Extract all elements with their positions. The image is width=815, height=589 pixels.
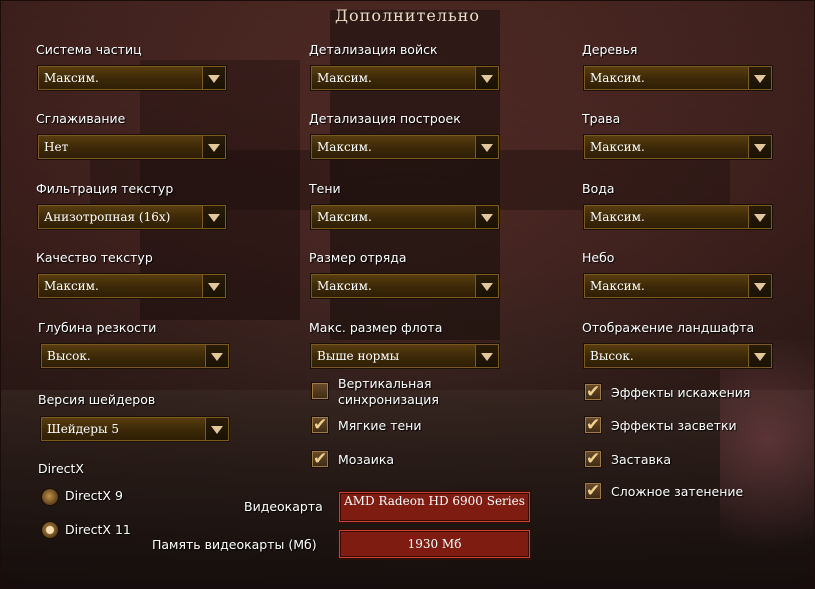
chevron-down-icon[interactable] [475, 206, 498, 228]
checkmark-icon: ✔ [313, 415, 328, 435]
shadows-label: Тени [309, 181, 341, 196]
trees-label: Деревья [582, 42, 638, 57]
fleet-size-label: Макс. размер флота [309, 320, 443, 335]
gpu-value-field: AMD Radeon HD 6900 Series [339, 492, 530, 522]
building-detail-dropdown[interactable]: Максим. [310, 134, 500, 160]
directx11-label[interactable]: DirectX 11 [65, 522, 131, 537]
splash-label[interactable]: Заставка [611, 452, 671, 467]
shader-version-label: Версия шейдеров [38, 392, 156, 407]
dropdown-value: Максим. [590, 210, 645, 224]
dropdown-value: Шейдеры 5 [47, 422, 119, 436]
dropdown-value: Высок. [590, 349, 634, 363]
directx11-radio[interactable] [41, 521, 59, 539]
checkmark-icon: ✔ [586, 449, 601, 469]
chevron-down-icon[interactable] [748, 67, 771, 89]
dropdown-value: Нет [44, 140, 69, 154]
dropdown-value: Выше нормы [317, 349, 400, 363]
terrain-dropdown[interactable]: Высок. [583, 343, 773, 369]
particles-label: Система частиц [36, 42, 142, 57]
dropdown-value: Максим. [590, 140, 645, 154]
mosaic-label[interactable]: Мозаика [338, 452, 394, 467]
particles-dropdown[interactable]: Максим. [37, 65, 227, 91]
chevron-down-icon[interactable] [475, 136, 498, 158]
water-label: Вода [582, 181, 615, 196]
chevron-down-icon[interactable] [202, 275, 225, 297]
soft-shadows-label[interactable]: Мягкие тени [338, 418, 421, 433]
dropdown-value: Максим. [590, 279, 645, 293]
antialiasing-label: Сглаживание [36, 111, 126, 126]
bloom-label[interactable]: Эффекты засветки [611, 418, 737, 433]
soft-shadows-checkbox[interactable]: ✔ [311, 415, 329, 435]
dropdown-value: Максим. [317, 140, 372, 154]
texture-filter-label: Фильтрация текстур [36, 181, 174, 196]
bloom-checkbox[interactable]: ✔ [584, 415, 602, 435]
terrain-label: Отображение ландшафта [582, 320, 755, 335]
vram-value-field: 1930 Мб [339, 530, 530, 558]
grass-dropdown[interactable]: Максим. [583, 134, 773, 160]
vsync-checkbox[interactable] [311, 382, 329, 400]
sky-dropdown[interactable]: Максим. [583, 273, 773, 299]
checkmark-icon: ✔ [586, 415, 601, 435]
distortion-label[interactable]: Эффекты искажения [611, 385, 750, 400]
chevron-down-icon[interactable] [475, 67, 498, 89]
mosaic-checkbox[interactable]: ✔ [311, 449, 329, 469]
squad-size-label: Размер отряда [309, 250, 407, 265]
dropdown-value: Максим. [317, 71, 372, 85]
trees-dropdown[interactable]: Максим. [583, 65, 773, 91]
chevron-down-icon[interactable] [748, 275, 771, 297]
chevron-down-icon[interactable] [748, 345, 771, 367]
dropdown-value: Максим. [44, 71, 99, 85]
chevron-down-icon[interactable] [205, 418, 228, 440]
vram-label: Память видеокарты (Мб) [152, 537, 317, 552]
building-detail-label: Детализация построек [309, 111, 461, 126]
directx9-label[interactable]: DirectX 9 [65, 488, 123, 503]
squad-size-dropdown[interactable]: Максим. [310, 273, 500, 299]
chevron-down-icon[interactable] [475, 345, 498, 367]
texture-filter-dropdown[interactable]: Анизотропная (16x) [37, 204, 227, 230]
complex-shading-label[interactable]: Сложное затенение [611, 484, 743, 499]
checkmark-icon: ✔ [313, 449, 328, 469]
vsync-label[interactable]: Вертикальная синхронизация [338, 376, 458, 408]
dropdown-value: Максим. [317, 210, 372, 224]
shader-version-dropdown[interactable]: Шейдеры 5 [40, 416, 230, 442]
depth-of-field-dropdown[interactable]: Высок. [40, 343, 230, 369]
checkmark-icon: ✔ [586, 382, 601, 402]
checkmark-icon: ✔ [586, 481, 601, 501]
chevron-down-icon[interactable] [748, 136, 771, 158]
page-title: Дополнительно [335, 6, 480, 25]
chevron-down-icon[interactable] [748, 206, 771, 228]
chevron-down-icon[interactable] [202, 206, 225, 228]
depth-of-field-label: Глубина резкости [38, 320, 157, 335]
texture-quality-label: Качество текстур [36, 250, 153, 265]
distortion-checkbox[interactable]: ✔ [584, 382, 602, 402]
dropdown-value: Высок. [47, 349, 91, 363]
directx-label: DirectX [38, 461, 84, 476]
directx9-radio[interactable] [41, 488, 59, 506]
chevron-down-icon[interactable] [475, 275, 498, 297]
shadows-dropdown[interactable]: Максим. [310, 204, 500, 230]
sky-label: Небо [582, 250, 615, 265]
dropdown-value: Максим. [590, 71, 645, 85]
dropdown-value: Анизотропная (16x) [44, 210, 171, 224]
water-dropdown[interactable]: Максим. [583, 204, 773, 230]
antialiasing-dropdown[interactable]: Нет [37, 134, 227, 160]
dropdown-value: Максим. [44, 279, 99, 293]
grass-label: Трава [582, 111, 621, 126]
dropdown-value: Максим. [317, 279, 372, 293]
complex-shading-checkbox[interactable]: ✔ [584, 481, 602, 501]
splash-checkbox[interactable]: ✔ [584, 449, 602, 469]
gpu-label: Видеокарта [244, 499, 323, 514]
chevron-down-icon[interactable] [205, 345, 228, 367]
unit-detail-label: Детализация войск [309, 42, 438, 57]
texture-quality-dropdown[interactable]: Максим. [37, 273, 227, 299]
unit-detail-dropdown[interactable]: Максим. [310, 65, 500, 91]
chevron-down-icon[interactable] [202, 136, 225, 158]
chevron-down-icon[interactable] [202, 67, 225, 89]
fleet-size-dropdown[interactable]: Выше нормы [310, 343, 500, 369]
